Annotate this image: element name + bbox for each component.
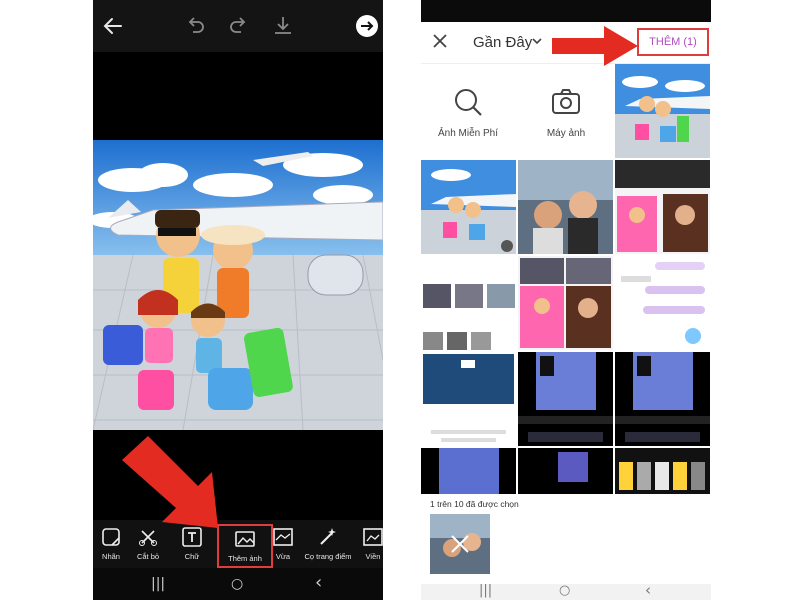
gallery-thumb[interactable] xyxy=(615,352,710,446)
recents-button[interactable]: ||| xyxy=(151,576,165,592)
next-arrow-icon[interactable] xyxy=(355,14,379,38)
gallery-thumb[interactable] xyxy=(421,352,516,446)
home-button[interactable]: ○ xyxy=(231,576,243,592)
gallery-thumb[interactable] xyxy=(421,448,516,494)
screenshot-composite: Nhãn Cắt bỏ Chữ Thêm ảnh Vừa Cọ trang đi… xyxy=(0,0,800,600)
tool-label: Chữ xyxy=(184,552,200,561)
tool-border[interactable]: Viền xyxy=(345,524,383,568)
status-bar xyxy=(421,0,711,22)
home-button[interactable]: ○ xyxy=(559,583,570,598)
selection-tray: 1 trên 10 đã được chọn xyxy=(421,494,711,584)
red-arrow-annotation xyxy=(552,26,638,66)
system-navbar: ||| ○ ‹ xyxy=(93,568,383,600)
chevron-down-icon[interactable] xyxy=(531,35,543,47)
camera-label: Máy ảnh xyxy=(546,128,586,139)
close-icon[interactable] xyxy=(431,32,449,50)
download-icon[interactable] xyxy=(271,14,295,38)
magic-brush-icon xyxy=(320,528,336,545)
back-button[interactable]: ‹ xyxy=(315,572,322,593)
tool-label: Viền xyxy=(365,552,381,561)
redo-icon[interactable] xyxy=(227,14,251,38)
back-arrow-icon[interactable] xyxy=(101,14,125,38)
add-photo-icon xyxy=(235,531,255,547)
gallery-thumb[interactable] xyxy=(421,256,516,350)
edited-photo[interactable] xyxy=(93,140,383,430)
gallery-thumb[interactable] xyxy=(615,256,710,350)
camera-icon xyxy=(552,89,580,114)
free-photos-label: Ảnh Miễn Phí xyxy=(437,128,499,139)
album-title[interactable]: Gần Đây xyxy=(473,34,532,51)
editor-canvas xyxy=(93,52,383,432)
fit-icon xyxy=(273,528,293,546)
selection-count: 1 trên 10 đã được chọn xyxy=(430,499,519,509)
system-navbar: ||| ○ ‹ xyxy=(421,581,711,600)
gallery-thumb[interactable] xyxy=(518,160,613,254)
camera-button[interactable]: Máy ảnh xyxy=(521,86,611,146)
border-icon xyxy=(363,528,383,546)
back-button[interactable]: ‹ xyxy=(645,581,651,599)
recents-button[interactable]: ||| xyxy=(479,583,492,598)
gallery-thumb[interactable] xyxy=(518,448,613,494)
free-photos-button[interactable]: Ảnh Miễn Phí xyxy=(423,86,513,146)
editor-topbar xyxy=(93,0,383,52)
gallery-thumb-selected[interactable] xyxy=(615,64,710,158)
undo-icon[interactable] xyxy=(183,14,207,38)
search-icon xyxy=(455,89,482,116)
gallery-thumb[interactable] xyxy=(615,160,710,254)
gallery-thumb[interactable] xyxy=(421,160,516,254)
gallery-picker-screen: Gần Đây THÊM (1) Ảnh Miễn Phí Máy ảnh 1 … xyxy=(421,0,711,600)
red-arrow-annotation xyxy=(122,436,218,528)
selected-photo-thumb[interactable] xyxy=(430,514,490,574)
gallery-thumb[interactable] xyxy=(518,352,613,446)
add-selected-button[interactable]: THÊM (1) xyxy=(637,28,709,56)
gallery-thumb[interactable] xyxy=(615,448,710,494)
gallery-thumb[interactable] xyxy=(518,256,613,350)
